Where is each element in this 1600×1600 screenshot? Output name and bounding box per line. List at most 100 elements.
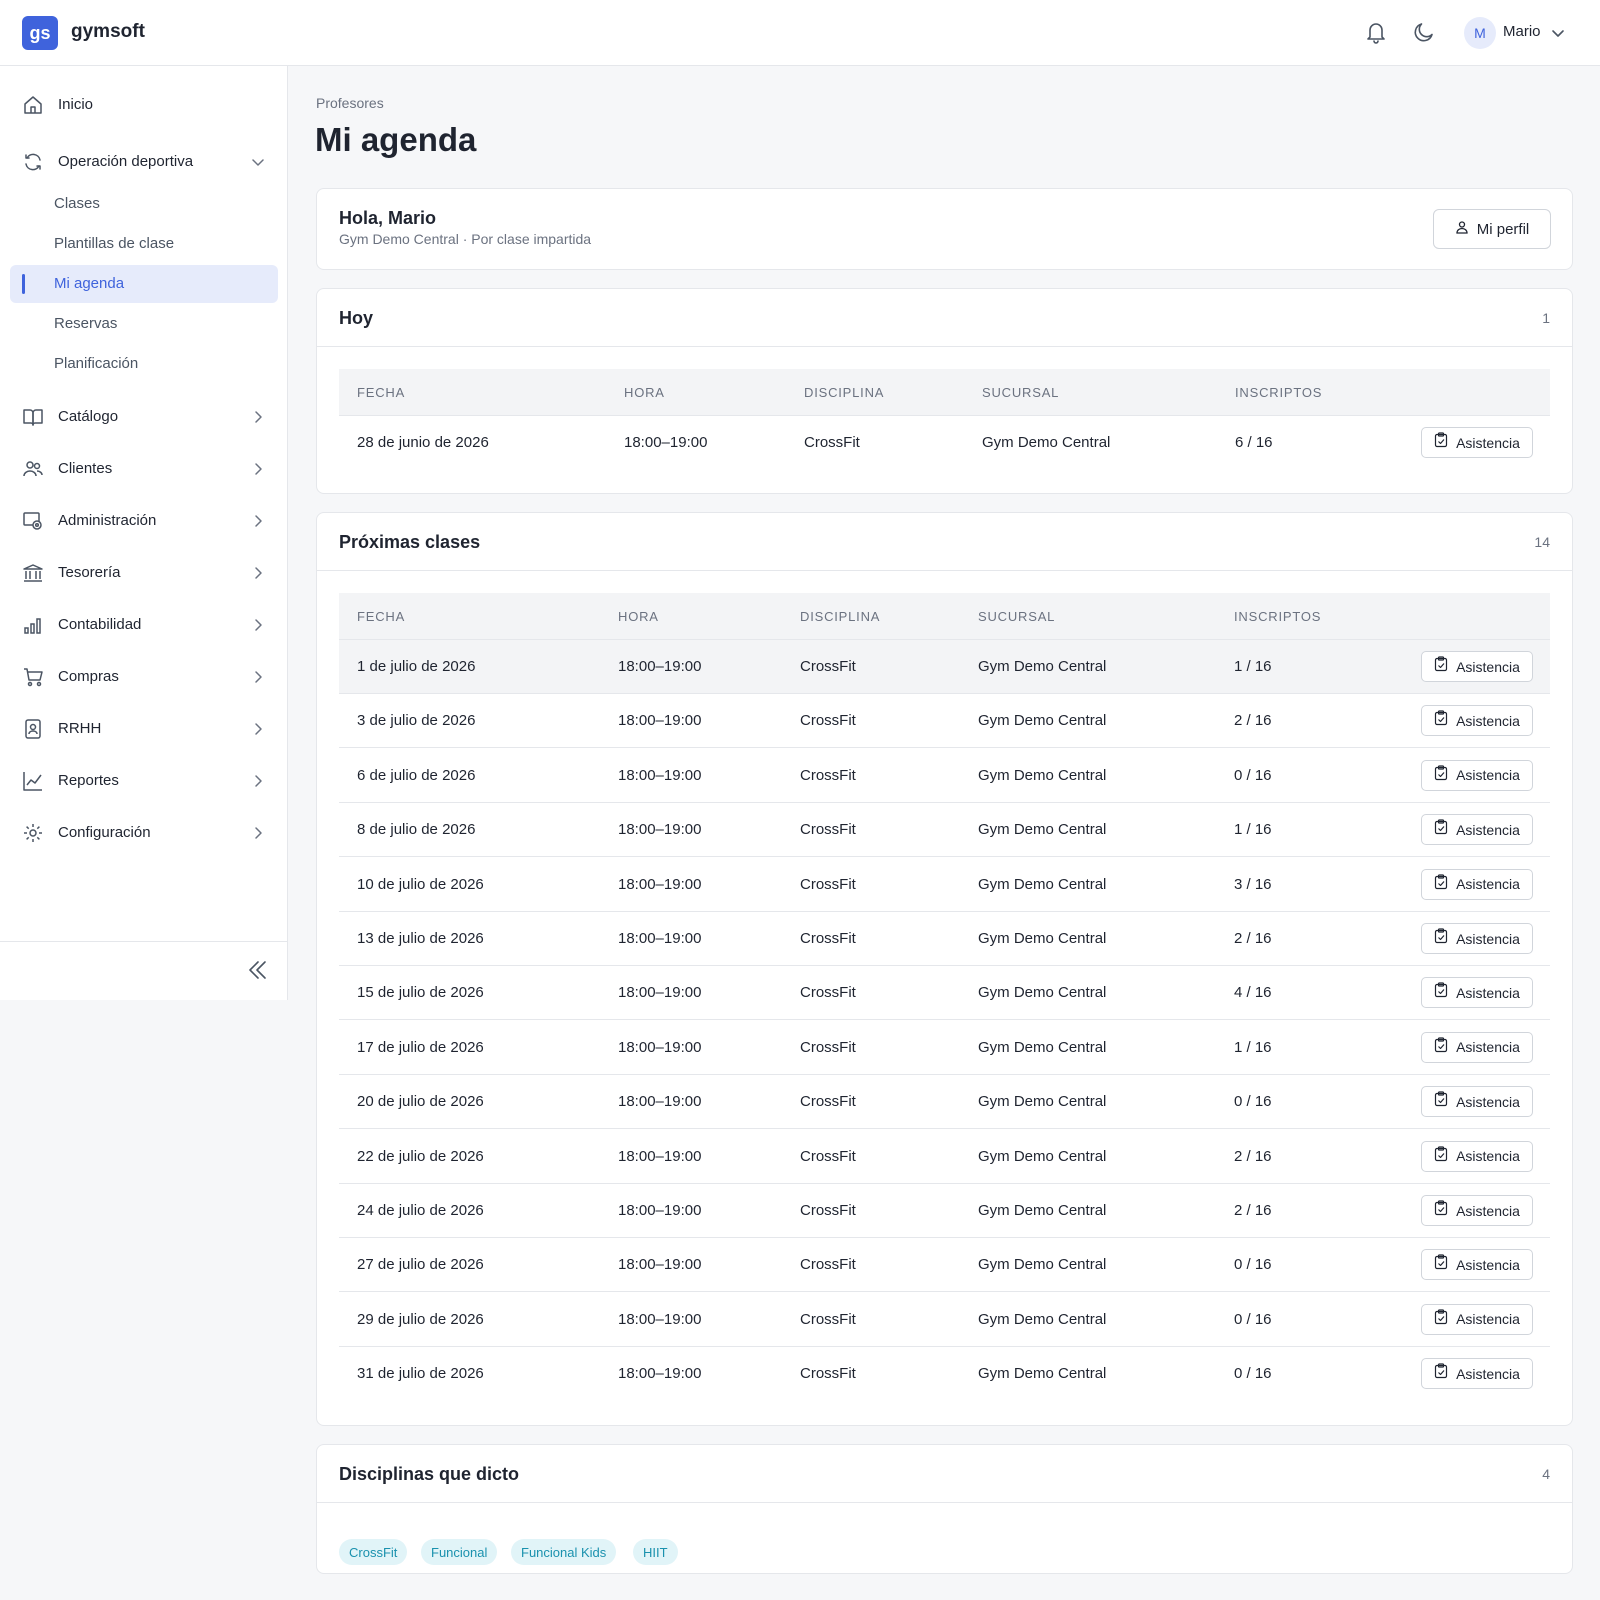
attendance-label: Asistencia <box>1456 984 1520 1001</box>
attendance-button[interactable]: Asistencia <box>1421 923 1533 954</box>
chevron-right-icon <box>250 825 266 846</box>
attendance-button[interactable]: Asistencia <box>1421 1358 1533 1390</box>
table-row[interactable]: 29 de julio de 2026 18:00–19:00 CrossFit Gy… <box>339 1293 1550 1347</box>
sidebar-item-operacion-deportiva[interactable]: Operación deportiva <box>0 141 288 181</box>
sidebar-item-rrhh[interactable]: RRHH <box>0 708 288 748</box>
breadcrumb[interactable]: Profesores <box>316 95 384 111</box>
table-row[interactable]: 13 de julio de 2026 18:00–19:00 CrossFit Gy… <box>339 912 1550 966</box>
sidebar-item-label: Clientes <box>58 459 113 477</box>
clipboard-icon <box>1434 1037 1448 1058</box>
attendance-button[interactable]: Asistencia <box>1421 651 1533 682</box>
upcoming-card: Próximas clases 14 FECHA HORA DISCIPLINA… <box>316 512 1573 1426</box>
sidebar-subitem-planificacion[interactable]: Planificación <box>10 345 278 383</box>
sidebar-item-label: Configuración <box>58 823 151 841</box>
branch-cell: Gym Demo Central <box>978 1365 1107 1383</box>
sidebar-subitem-clases[interactable]: Clases <box>10 185 278 223</box>
discipline-chip[interactable]: Funcional Kids <box>511 1539 617 1565</box>
attendance-button[interactable]: Asistencia <box>1421 427 1533 458</box>
table-row[interactable]: 6 de julio de 2026 18:00–19:00 CrossFit Gym… <box>339 749 1550 803</box>
column-header[interactable]: HORA <box>618 609 659 624</box>
column-header[interactable]: HORA <box>624 385 665 400</box>
column-header[interactable]: DISCIPLINA <box>800 609 880 624</box>
logo[interactable]: gs <box>22 16 58 50</box>
enrolled-cell: 2 / 16 <box>1234 712 1272 730</box>
sidebar-item-contabilidad[interactable]: Contabilidad <box>0 604 288 644</box>
time-cell: 18:00–19:00 <box>618 766 702 784</box>
attendance-button[interactable]: Asistencia <box>1421 759 1533 791</box>
table-row[interactable]: 22 de julio de 2026 18:00–19:00 CrossFit Gy… <box>339 1130 1550 1184</box>
sidebar-item-catalogo[interactable]: Catálogo <box>0 396 288 436</box>
time-cell: 18:00–19:00 <box>624 434 708 451</box>
attendance-button[interactable]: Asistencia <box>1421 1303 1533 1335</box>
attendance-button[interactable]: Asistencia <box>1421 705 1533 737</box>
card-count: 4 <box>1542 1466 1550 1482</box>
card-count: 1 <box>1542 310 1550 326</box>
enrolled-cell: 0 / 16 <box>1234 1310 1272 1328</box>
attendance-button[interactable]: Asistencia <box>1421 814 1533 846</box>
table-row[interactable]: 8 de julio de 2026 18:00–19:00 CrossFit Gym… <box>339 803 1550 858</box>
attendance-label: Asistencia <box>1456 1093 1520 1110</box>
attendance-button[interactable]: Asistencia <box>1421 1249 1533 1281</box>
sidebar-item-inicio[interactable]: Inicio <box>0 84 288 124</box>
moon-icon[interactable] <box>1410 18 1438 46</box>
discipline-chip[interactable]: CrossFit <box>339 1539 408 1565</box>
card-title: Hoy <box>339 308 374 328</box>
time-cell: 18:00–19:00 <box>618 1093 702 1111</box>
attendance-button[interactable]: Asistencia <box>1421 1195 1533 1226</box>
branch-cell: Gym Demo Central <box>978 1038 1107 1056</box>
bell-icon[interactable] <box>1362 18 1390 46</box>
sidebar-item-clientes[interactable]: Clientes <box>0 448 288 488</box>
avatar[interactable]: M <box>1464 17 1496 49</box>
discipline-cell: CrossFit <box>800 875 856 893</box>
table-row[interactable]: 24 de julio de 2026 18:00–19:00 CrossFit Gy… <box>339 1184 1550 1238</box>
column-header[interactable]: SUCURSAL <box>978 609 1055 624</box>
sidebar-subitem-label: Clases <box>54 195 100 212</box>
attendance-label: Asistencia <box>1456 434 1520 451</box>
clipboard-icon <box>1434 1254 1448 1275</box>
time-cell: 18:00–19:00 <box>618 875 702 893</box>
sidebar-subitem-mi-agenda[interactable]: Mi agenda <box>10 265 278 303</box>
attendance-button[interactable]: Asistencia <box>1421 1140 1533 1172</box>
brand-name[interactable]: gymsoft <box>71 21 145 43</box>
column-header[interactable]: FECHA <box>357 385 405 400</box>
column-header[interactable]: FECHA <box>357 609 405 624</box>
clipboard-icon <box>1434 432 1448 453</box>
sidebar-subitem-reservas[interactable]: Reservas <box>10 305 278 343</box>
sidebar-item-tesoreria[interactable]: Tesorería <box>0 552 288 592</box>
attendance-button[interactable]: Asistencia <box>1421 977 1533 1009</box>
table-row[interactable]: 1 de julio de 2026 18:00–19:00 CrossFit Gym… <box>339 640 1550 694</box>
collapse-sidebar-icon[interactable] <box>246 958 270 982</box>
attendance-button[interactable]: Asistencia <box>1421 1031 1533 1063</box>
discipline-chip[interactable]: Funcional <box>421 1539 498 1565</box>
branch-cell: Gym Demo Central <box>978 1310 1107 1328</box>
discipline-cell: CrossFit <box>800 984 856 1002</box>
sidebar-subitem-plantillas[interactable]: Plantillas de clase <box>10 225 278 263</box>
column-header[interactable]: SUCURSAL <box>982 385 1059 400</box>
branch-cell: Gym Demo Central <box>978 984 1107 1002</box>
chevron-right-icon <box>250 669 266 690</box>
table-row[interactable]: 10 de julio de 2026 18:00–19:00 CrossFit Gy… <box>339 858 1550 912</box>
sidebar-item-label: Inicio <box>58 95 94 113</box>
table-row[interactable]: 20 de julio de 2026 18:00–19:00 CrossFit Gy… <box>339 1075 1550 1130</box>
my-profile-button[interactable]: Mi perfil <box>1433 209 1551 249</box>
column-header[interactable]: INSCRIPTOS <box>1235 385 1322 400</box>
sidebar-item-compras[interactable]: Compras <box>0 656 288 696</box>
sidebar-item-reportes[interactable]: Reportes <box>0 760 288 800</box>
discipline-cell: CrossFit <box>800 1202 856 1219</box>
table-row[interactable]: 17 de julio de 2026 18:00–19:00 CrossFit Gy… <box>339 1021 1550 1075</box>
sidebar-item-configuracion[interactable]: Configuración <box>0 812 288 852</box>
attendance-button[interactable]: Asistencia <box>1421 868 1533 900</box>
table-row[interactable]: 3 de julio de 2026 18:00–19:00 CrossFit Gym… <box>339 694 1550 749</box>
clipboard-icon <box>1434 1091 1448 1112</box>
table-row[interactable]: 31 de julio de 2026 18:00–19:00 CrossFit Gy… <box>339 1347 1550 1401</box>
sidebar-item-administracion[interactable]: Administración <box>0 500 288 540</box>
attendance-button[interactable]: Asistencia <box>1421 1086 1533 1118</box>
table-row[interactable]: 15 de julio de 2026 18:00–19:00 CrossFit Gy… <box>339 966 1550 1021</box>
table-row[interactable]: 28 de junio de 2026 18:00–19:00 CrossFit… <box>339 416 1550 470</box>
user-name[interactable]: Mario <box>1503 23 1541 40</box>
column-header[interactable]: DISCIPLINA <box>804 385 884 400</box>
table-row[interactable]: 27 de julio de 2026 18:00–19:00 CrossFit Gy… <box>339 1238 1550 1293</box>
chevron-down-icon[interactable] <box>1551 26 1565 44</box>
discipline-chip[interactable]: HIIT <box>633 1539 678 1565</box>
column-header[interactable]: INSCRIPTOS <box>1234 609 1321 624</box>
